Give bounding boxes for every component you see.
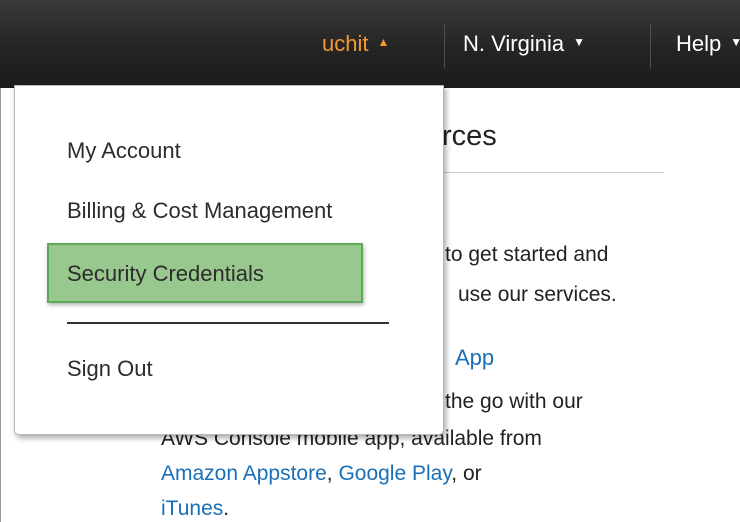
caret-down-icon: ▼ bbox=[730, 35, 740, 49]
menu-item-sign-out[interactable]: Sign Out bbox=[67, 356, 153, 382]
mobile-app-link[interactable]: App bbox=[455, 345, 494, 371]
intro-text-line: use our services. bbox=[458, 283, 617, 306]
user-menu-button[interactable]: uchit ▲ bbox=[322, 0, 444, 88]
separator-text: , bbox=[326, 462, 339, 485]
caret-down-icon: ▼ bbox=[573, 35, 585, 49]
menu-item-billing[interactable]: Billing & Cost Management bbox=[67, 198, 332, 224]
user-name-label: uchit bbox=[322, 31, 369, 56]
period-text: . bbox=[223, 497, 230, 520]
top-navigation-bar: uchit ▲ N. Virginia ▼ Help ▼ bbox=[0, 0, 740, 88]
menu-divider bbox=[67, 322, 389, 324]
account-dropdown-menu: My Account Billing & Cost Management Sec… bbox=[14, 85, 444, 435]
google-play-link[interactable]: Google Play bbox=[338, 462, 451, 485]
intro-text-line: to get started and bbox=[445, 243, 609, 266]
app-text-line: the go with our bbox=[445, 390, 583, 413]
help-menu-button[interactable]: Help ▼ bbox=[650, 0, 740, 88]
itunes-link[interactable]: iTunes bbox=[161, 497, 223, 520]
nav-separator bbox=[444, 24, 445, 68]
section-heading: rces bbox=[442, 120, 497, 152]
separator-text: , or bbox=[451, 462, 482, 485]
region-menu-button[interactable]: N. Virginia ▼ bbox=[447, 0, 647, 88]
menu-item-security-credentials[interactable]: Security Credentials bbox=[67, 261, 264, 287]
amazon-appstore-link[interactable]: Amazon Appstore bbox=[161, 462, 327, 485]
menu-item-my-account[interactable]: My Account bbox=[67, 138, 181, 164]
store-links-line: Amazon Appstore, Google Play, or bbox=[161, 462, 482, 486]
help-label: Help bbox=[676, 31, 722, 56]
store-links-line: iTunes. bbox=[161, 497, 229, 521]
region-label: N. Virginia bbox=[463, 31, 565, 56]
caret-up-icon: ▲ bbox=[377, 35, 390, 49]
heading-divider bbox=[442, 172, 664, 173]
